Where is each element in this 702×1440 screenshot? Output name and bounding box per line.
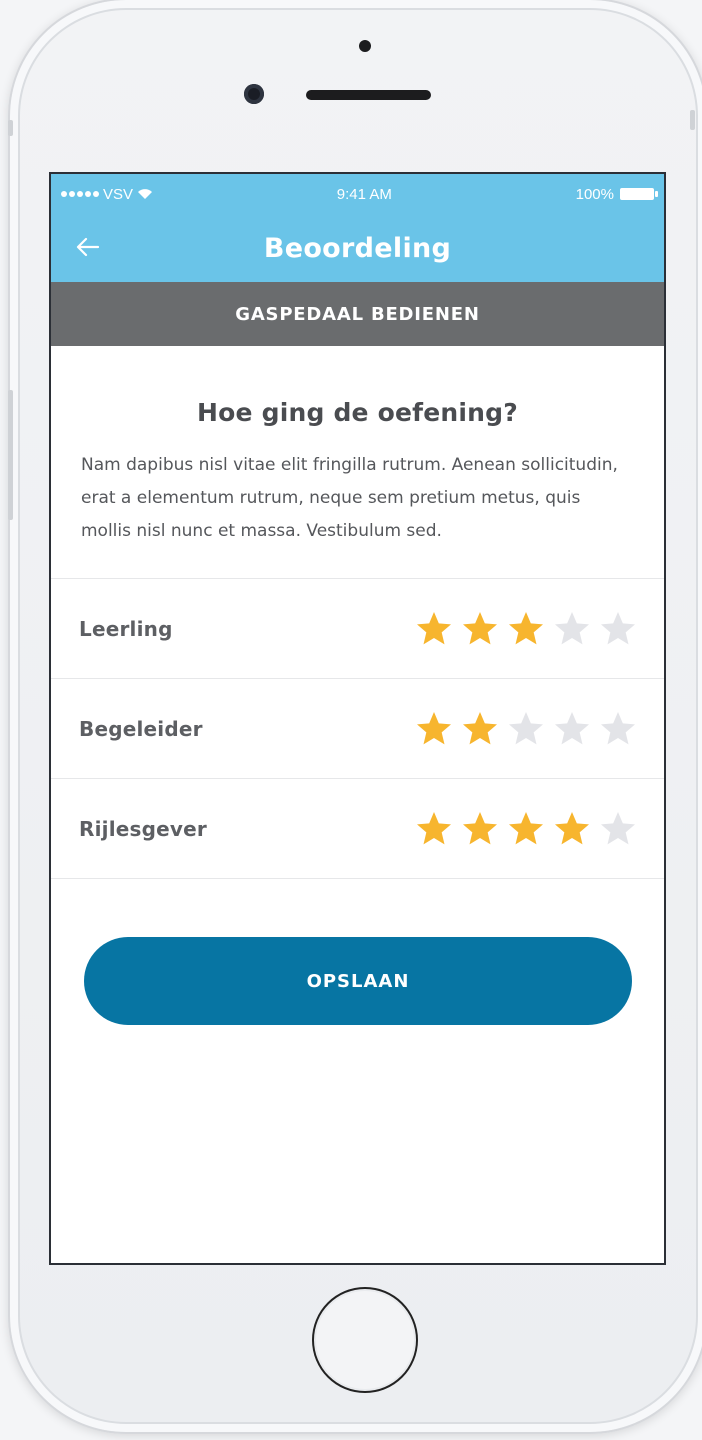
front-camera-icon (244, 84, 264, 104)
star-empty-icon[interactable] (598, 709, 638, 749)
wifi-icon (138, 189, 153, 199)
star-empty-icon[interactable] (552, 609, 592, 649)
status-right: 100% (575, 185, 658, 203)
star-filled-icon[interactable] (552, 809, 592, 849)
power-button (690, 110, 695, 130)
mute-switch (8, 120, 13, 136)
star-empty-icon[interactable] (598, 609, 638, 649)
app-screen: VSV 9:41 AM 100% Beoordeling GASPEDAAL B… (49, 172, 666, 1265)
rating-row-leerling: Leerling (51, 579, 664, 679)
carrier-label: VSV (103, 185, 134, 203)
star-filled-icon[interactable] (460, 609, 500, 649)
rating-list: Leerling Begeleider Rijlesgever (51, 578, 664, 879)
star-filled-icon[interactable] (460, 709, 500, 749)
star-filled-icon[interactable] (460, 809, 500, 849)
description-text: Nam dapibus nisl vitae elit fringilla ru… (81, 455, 618, 541)
star-filled-icon[interactable] (414, 609, 454, 649)
save-button[interactable]: OPSLAAN (84, 937, 632, 1025)
star-filled-icon[interactable] (414, 709, 454, 749)
star-filled-icon[interactable] (506, 609, 546, 649)
star-filled-icon[interactable] (414, 809, 454, 849)
earpiece-speaker (306, 90, 431, 100)
home-button[interactable] (312, 1287, 418, 1393)
section-header: GASPEDAAL BEDIENEN (51, 282, 664, 346)
star-empty-icon[interactable] (552, 709, 592, 749)
nav-bar: Beoordeling (51, 214, 664, 282)
star-empty-icon[interactable] (506, 709, 546, 749)
rating-label: Begeleider (79, 716, 203, 741)
status-bar: VSV 9:41 AM 100% (51, 174, 664, 214)
rating-label: Rijlesgever (79, 816, 207, 841)
page-title: Beoordeling (263, 232, 452, 264)
star-rating[interactable] (414, 809, 638, 849)
question-heading: Hoe ging de oefening? (197, 398, 518, 427)
star-rating[interactable] (414, 709, 638, 749)
content: Hoe ging de oefening? Nam dapibus nisl v… (51, 398, 664, 578)
rating-row-rijlesgever: Rijlesgever (51, 779, 664, 879)
status-left: VSV (61, 186, 153, 203)
rating-row-begeleider: Begeleider (51, 679, 664, 779)
star-empty-icon[interactable] (598, 809, 638, 849)
star-rating[interactable] (414, 609, 638, 649)
battery-icon (620, 188, 658, 200)
battery-percent: 100% (575, 185, 614, 203)
rating-label: Leerling (79, 616, 173, 641)
save-container: OPSLAAN (51, 879, 664, 1025)
status-time: 9:41 AM (336, 185, 392, 203)
star-filled-icon[interactable] (506, 809, 546, 849)
back-button[interactable] (73, 232, 103, 262)
volume-button (8, 390, 13, 520)
proximity-sensor (359, 40, 371, 52)
arrow-left-icon (76, 237, 100, 257)
signal-dots-icon (61, 191, 99, 197)
